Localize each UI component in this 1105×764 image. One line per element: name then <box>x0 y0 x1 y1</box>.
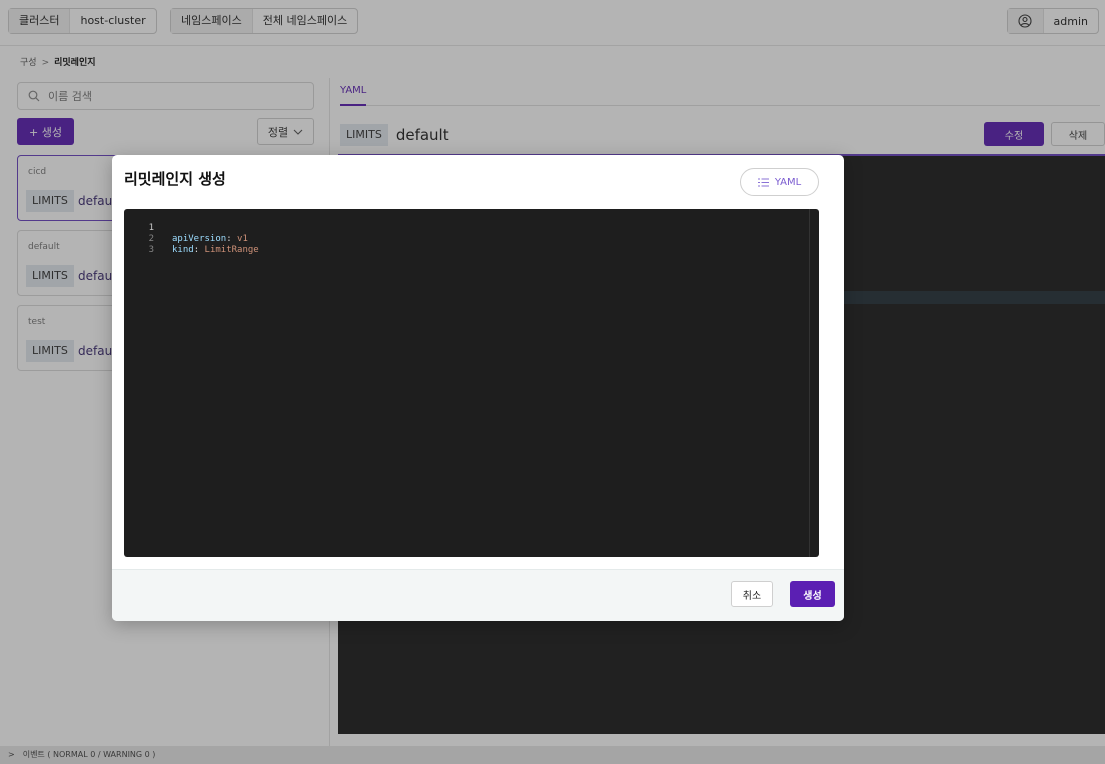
line-number: 3 <box>148 245 154 255</box>
code-line: 3 <box>124 234 157 255</box>
editor-ruler <box>809 209 810 557</box>
yaml-key: kind <box>172 245 194 255</box>
yaml-value: LimitRange <box>204 245 259 255</box>
modal-footer: 취소 생성 <box>112 569 844 621</box>
yaml-editor[interactable]: 1 apiVersion: v1 2 kind: LimitRange 3 <box>124 209 819 557</box>
create-limitrange-modal: 리밋레인지 생성 YAML 1 apiVersion: v1 2 kind: L… <box>112 155 844 621</box>
yaml-toggle-label: YAML <box>774 176 802 188</box>
yaml-value: v1 <box>237 234 248 244</box>
yaml-toggle-button[interactable]: YAML <box>740 168 819 196</box>
modal-title: 리밋레인지 생성 <box>124 170 226 188</box>
yaml-key: apiVersion <box>172 234 227 244</box>
code-line: 1 apiVersion: v1 <box>124 212 248 244</box>
list-icon <box>757 178 769 186</box>
create-submit-button[interactable]: 생성 <box>790 581 835 607</box>
cancel-button[interactable]: 취소 <box>731 581 773 607</box>
code-line: 2 kind: LimitRange <box>124 223 259 255</box>
